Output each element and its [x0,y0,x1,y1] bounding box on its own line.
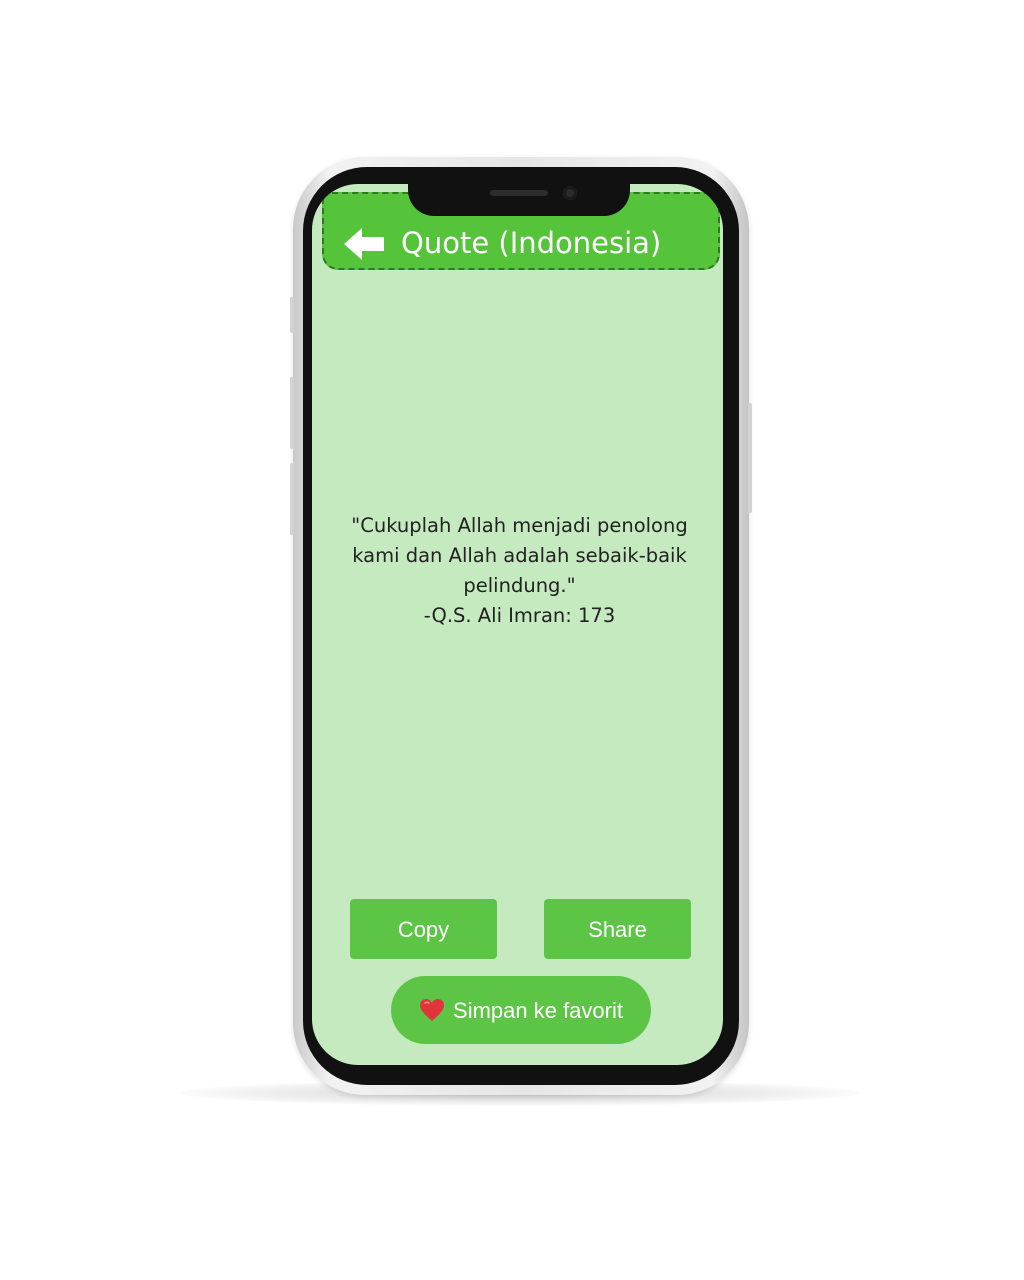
mute-switch [290,297,294,333]
page-title: Quote (Indonesia) [401,226,662,260]
save-favorite-button[interactable]: Simpan ke favorit [391,976,651,1044]
volume-down-button [290,463,294,535]
power-button [748,403,752,513]
speaker-grille [490,190,548,196]
quote-source: -Q.S. Ali Imran: 173 [423,604,616,627]
copy-button[interactable]: Copy [350,899,497,959]
quote-text: "Cukuplah Allah menjadi penolong kami da… [351,514,688,597]
volume-up-button [290,377,294,449]
arrow-left-icon[interactable] [342,224,386,264]
app-screen: Quote (Indonesia) "Cukuplah Allah menjad… [312,184,723,1065]
heart-icon [420,999,445,1021]
front-camera [563,186,577,200]
share-button[interactable]: Share [544,899,691,959]
quote-block: "Cukuplah Allah menjadi penolong kami da… [327,511,712,631]
save-favorite-label: Simpan ke favorit [453,998,623,1023]
stage: Quote (Indonesia) "Cukuplah Allah menjad… [0,0,1024,1280]
